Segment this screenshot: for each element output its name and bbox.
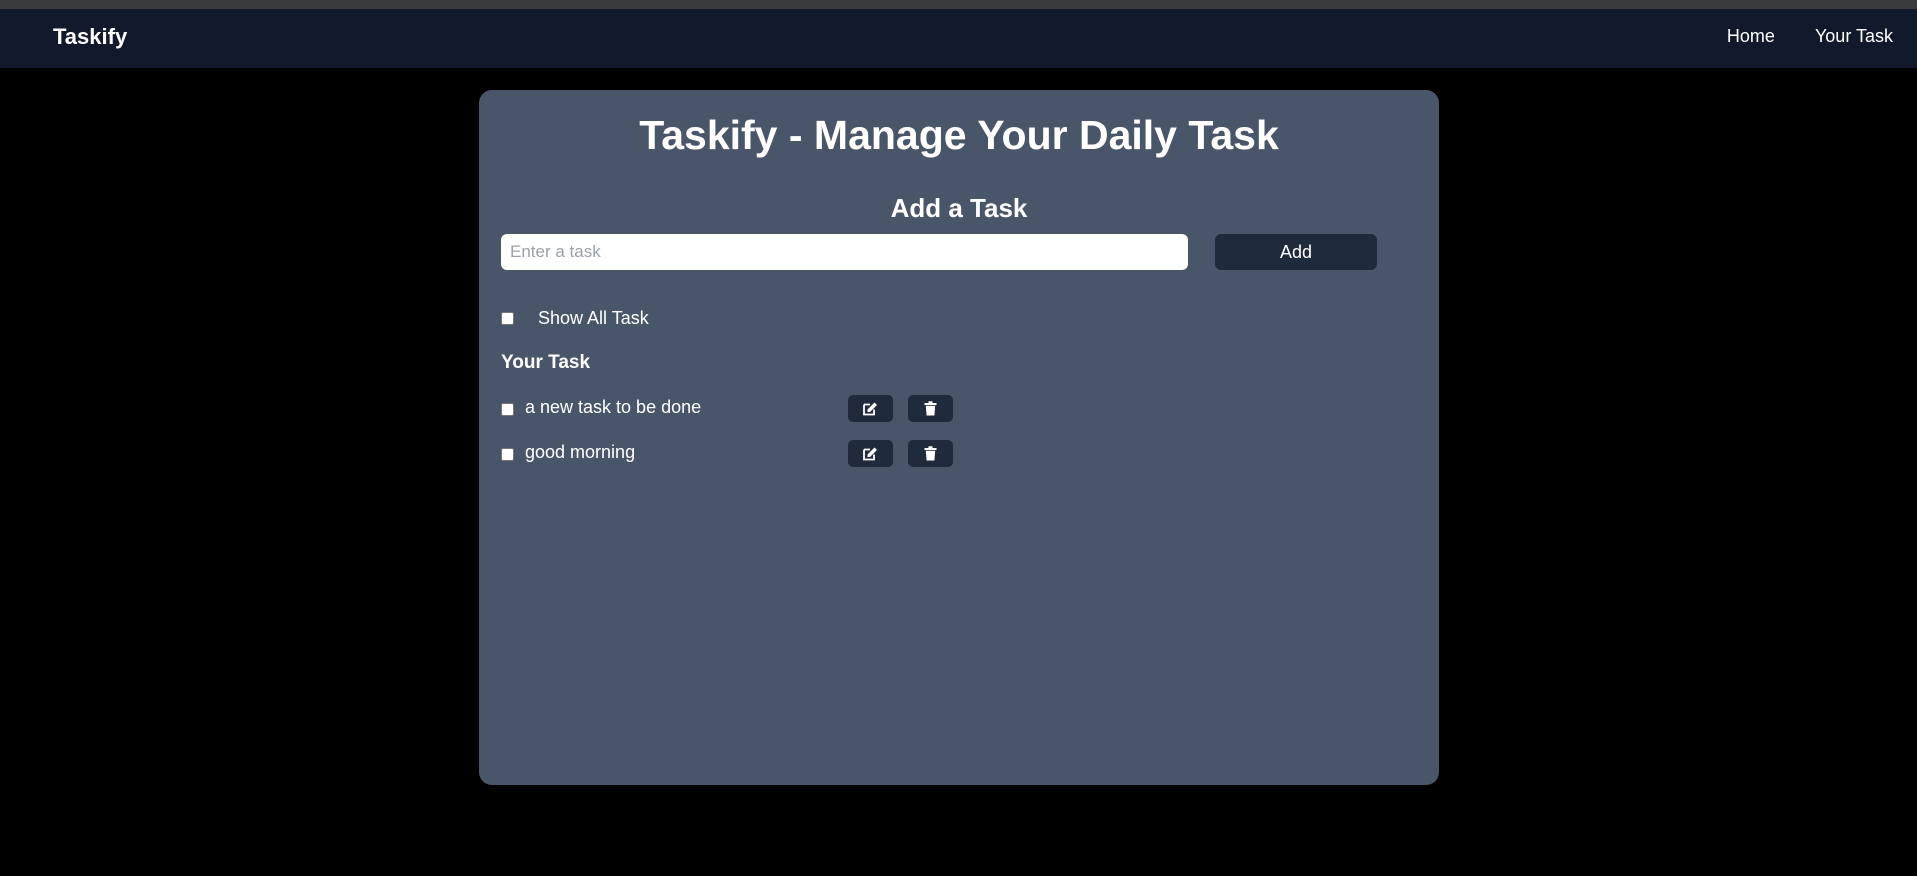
trash-icon bbox=[924, 446, 937, 461]
nav-link-your-task[interactable]: Your Task bbox=[1815, 26, 1893, 47]
edit-icon bbox=[862, 446, 879, 462]
task-item: good morning bbox=[501, 440, 1101, 485]
nav-links: Home Your Task bbox=[1727, 26, 1893, 47]
navbar: Taskify Home Your Task bbox=[0, 9, 1917, 68]
edit-task-button[interactable] bbox=[848, 395, 893, 422]
brand-logo[interactable]: Taskify bbox=[53, 24, 127, 50]
task-input[interactable] bbox=[501, 234, 1188, 270]
show-all-label: Show All Task bbox=[538, 308, 649, 328]
task-text: a new task to be done bbox=[525, 397, 702, 417]
task-list: a new task to be done good morning bbox=[501, 395, 1101, 485]
show-all-toggle[interactable]: Show All Task bbox=[501, 308, 649, 329]
trash-icon bbox=[924, 401, 937, 416]
add-task-heading: Add a Task bbox=[890, 193, 1028, 223]
task-checkbox[interactable] bbox=[501, 448, 514, 461]
task-text: good morning bbox=[525, 442, 636, 462]
edit-task-button[interactable] bbox=[848, 440, 893, 467]
page-title: Taskify - Manage Your Daily Task bbox=[639, 112, 1279, 158]
task-list-heading: Your Task bbox=[501, 352, 591, 373]
add-button[interactable]: Add bbox=[1215, 234, 1377, 270]
task-item: a new task to be done bbox=[501, 395, 1101, 440]
show-all-checkbox[interactable] bbox=[501, 312, 514, 325]
delete-task-button[interactable] bbox=[908, 395, 953, 422]
task-checkbox[interactable] bbox=[501, 403, 514, 416]
task-card: Taskify - Manage Your Daily Task Add a T… bbox=[479, 90, 1439, 785]
browser-top-strip bbox=[0, 0, 1917, 9]
edit-icon bbox=[862, 401, 879, 417]
nav-link-home[interactable]: Home bbox=[1727, 26, 1775, 47]
delete-task-button[interactable] bbox=[908, 440, 953, 467]
